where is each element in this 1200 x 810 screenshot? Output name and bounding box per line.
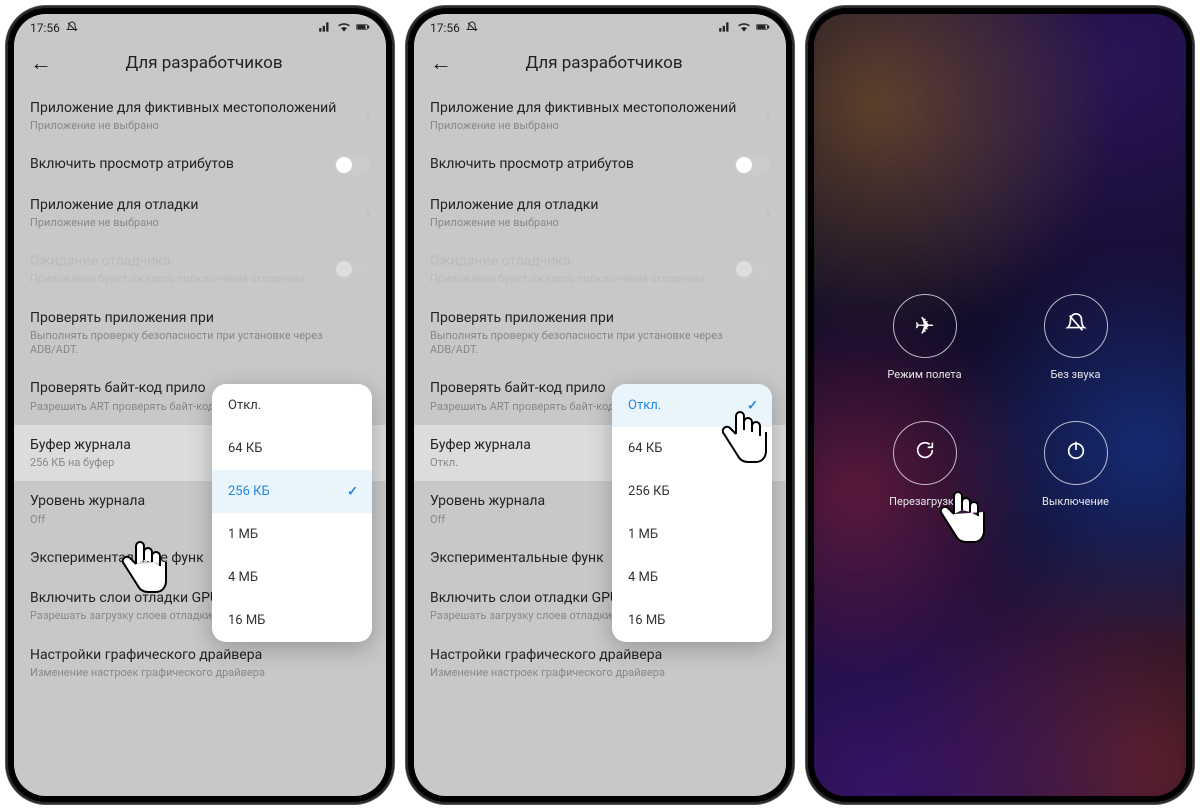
battery-icon xyxy=(356,20,370,37)
bell-off-icon xyxy=(466,21,478,36)
setting-mock-location[interactable]: Приложение для фиктивных местоположений … xyxy=(14,88,386,144)
setting-graphics-driver[interactable]: Настройки графического драйвера Изменени… xyxy=(414,635,786,691)
silent-mode-button[interactable]: Без звука xyxy=(1015,294,1136,381)
setting-verify-apps[interactable]: Проверять приложения при Выполнять прове… xyxy=(414,298,786,369)
status-bar: 17:56 xyxy=(14,14,386,42)
back-arrow-icon[interactable]: ← xyxy=(430,50,452,76)
phone-frame-2: 17:56 ← Для разработчиков Приложение для… xyxy=(406,6,794,804)
power-off-button[interactable]: Выключение xyxy=(1015,421,1136,508)
screen-2: 17:56 ← Для разработчиков Приложение для… xyxy=(414,14,786,796)
chevron-right-icon: › xyxy=(365,203,370,222)
status-bar: 17:56 xyxy=(414,14,786,42)
popup-option-256kb[interactable]: 256 КБ✓ xyxy=(212,470,372,513)
wifi-icon xyxy=(737,20,751,37)
page-header: ← Для разработчиков xyxy=(14,42,386,88)
battery-icon xyxy=(756,20,770,37)
popup-option-64kb[interactable]: 64 КБ xyxy=(212,427,372,470)
airplane-mode-button[interactable]: ✈ Режим полета xyxy=(864,294,985,381)
toggle-disabled xyxy=(334,259,370,279)
toggle-off[interactable] xyxy=(334,155,370,175)
setting-wait-debugger: Ожидание отладчика Приложение будет ожид… xyxy=(414,241,786,297)
popup-option-16mb[interactable]: 16 МБ xyxy=(612,599,772,642)
setting-debug-app[interactable]: Приложение для отладки Приложение не выб… xyxy=(14,185,386,241)
bell-off-icon xyxy=(66,21,78,36)
log-buffer-popup: Откл. 64 КБ 256 КБ✓ 1 МБ 4 МБ 16 МБ xyxy=(212,384,372,642)
popup-option-1mb[interactable]: 1 МБ xyxy=(212,513,372,556)
toggle-off[interactable] xyxy=(734,155,770,175)
setting-wait-debugger: Ожидание отладчика Приложение будет ожид… xyxy=(14,241,386,297)
bell-off-icon xyxy=(1065,312,1087,340)
restart-icon xyxy=(914,439,936,467)
popup-option-off[interactable]: Откл.✓ xyxy=(612,384,772,427)
back-arrow-icon[interactable]: ← xyxy=(30,50,52,76)
signal-icon xyxy=(718,20,732,37)
restart-button[interactable]: Перезагрузка xyxy=(864,421,985,508)
popup-option-off[interactable]: Откл. xyxy=(212,384,372,427)
power-icon xyxy=(1065,439,1087,467)
phone-frame-1: 17:56 ← Для разработчиков Приложение для… xyxy=(6,6,394,804)
setting-debug-app[interactable]: Приложение для отладки Приложение не выб… xyxy=(414,185,786,241)
page-title: Для разработчиков xyxy=(72,53,336,73)
signal-icon xyxy=(318,20,332,37)
setting-view-attributes[interactable]: Включить просмотр атрибутов xyxy=(414,144,786,184)
popup-option-256kb[interactable]: 256 КБ xyxy=(612,470,772,513)
chevron-right-icon: › xyxy=(365,107,370,126)
screen-1: 17:56 ← Для разработчиков Приложение для… xyxy=(14,14,386,796)
chevron-right-icon: › xyxy=(765,107,770,126)
page-header: ← Для разработчиков xyxy=(414,42,786,88)
popup-option-1mb[interactable]: 1 МБ xyxy=(612,513,772,556)
log-buffer-popup: Откл.✓ 64 КБ 256 КБ 1 МБ 4 МБ 16 МБ xyxy=(612,384,772,642)
wifi-icon xyxy=(337,20,351,37)
status-time: 17:56 xyxy=(430,21,460,35)
setting-mock-location[interactable]: Приложение для фиктивных местоположений … xyxy=(414,88,786,144)
setting-view-attributes[interactable]: Включить просмотр атрибутов xyxy=(14,144,386,184)
power-menu: ✈ Режим полета Без звука Перезагрузка xyxy=(814,294,1186,508)
check-icon: ✓ xyxy=(347,484,358,499)
airplane-icon: ✈ xyxy=(914,312,934,340)
popup-option-4mb[interactable]: 4 МБ xyxy=(612,556,772,599)
popup-option-4mb[interactable]: 4 МБ xyxy=(212,556,372,599)
check-icon: ✓ xyxy=(747,398,758,413)
page-title: Для разработчиков xyxy=(472,53,736,73)
popup-option-16mb[interactable]: 16 МБ xyxy=(212,599,372,642)
toggle-disabled xyxy=(734,259,770,279)
setting-graphics-driver[interactable]: Настройки графического драйвера Изменени… xyxy=(14,635,386,691)
popup-option-64kb[interactable]: 64 КБ xyxy=(612,427,772,470)
screen-3: ✈ Режим полета Без звука Перезагрузка xyxy=(814,14,1186,796)
setting-verify-apps[interactable]: Проверять приложения при Выполнять прове… xyxy=(14,298,386,369)
chevron-right-icon: › xyxy=(765,203,770,222)
status-time: 17:56 xyxy=(30,21,60,35)
phone-frame-3: ✈ Режим полета Без звука Перезагрузка xyxy=(806,6,1194,804)
